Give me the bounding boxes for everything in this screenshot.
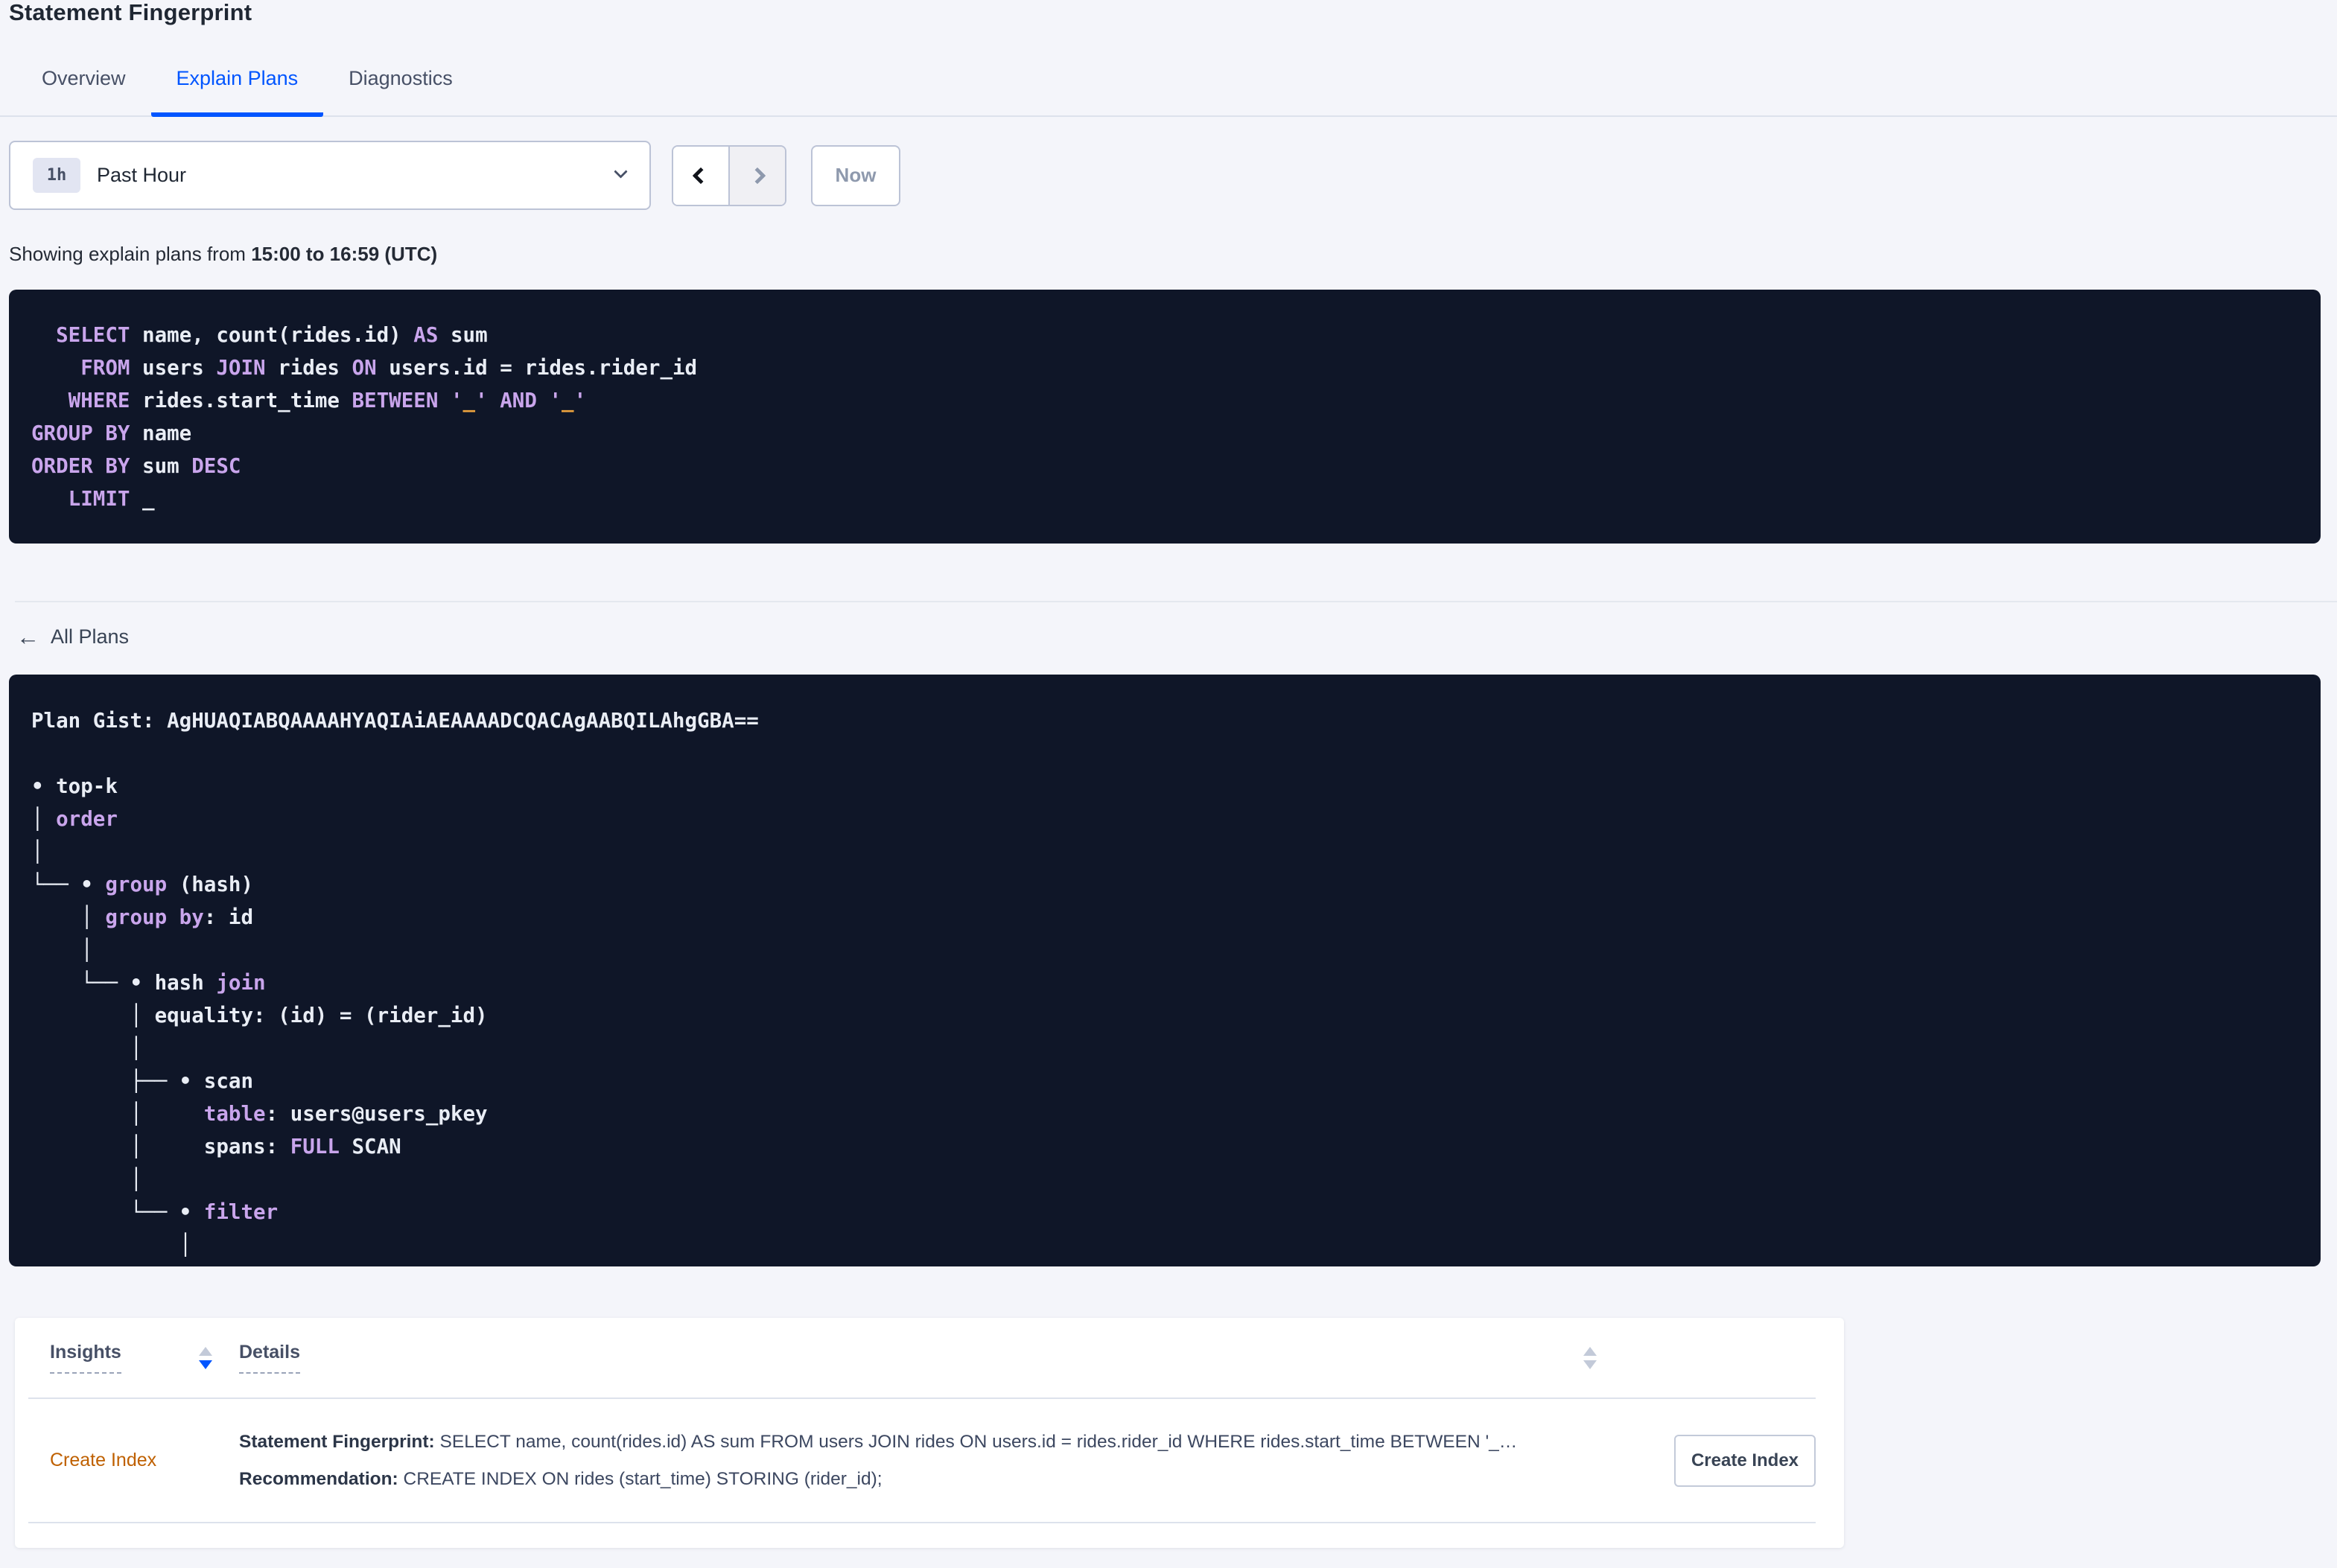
time-pager-group (672, 144, 786, 206)
now-button[interactable]: Now (811, 144, 900, 206)
tab-bar: Overview Explain Plans Diagnostics (0, 67, 2337, 117)
previous-time-button[interactable] (673, 146, 728, 205)
showing-range-value: 15:00 to 16:59 (UTC) (251, 243, 438, 265)
column-header-details[interactable]: Details (239, 1342, 300, 1374)
time-range-dropdown[interactable]: 1h Past Hour (9, 141, 651, 210)
tab-explain-plans[interactable]: Explain Plans (150, 67, 324, 117)
showing-range-text: Showing explain plans from 15:00 to 16:5… (9, 243, 2337, 266)
insight-row: Create Index Statement Fingerprint: SELE… (28, 1399, 1816, 1523)
time-range-badge: 1h (33, 158, 80, 193)
column-header-insights[interactable]: Insights (50, 1342, 121, 1374)
create-index-button[interactable]: Create Index (1674, 1434, 1816, 1487)
insights-table-card: Insights Details Create Index Statement … (15, 1318, 1844, 1548)
next-time-button[interactable] (728, 146, 785, 205)
sql-statement-block: SELECT name, count(rides.id) AS sum FROM… (9, 290, 2321, 544)
chevron-left-icon (692, 167, 710, 184)
time-controls-row: 1h Past Hour Now (9, 141, 2337, 210)
statement-fingerprint-text: SELECT name, count(rides.id) AS sum FROM… (434, 1431, 1518, 1452)
recommendation-text: CREATE INDEX ON rides (start_time) STORI… (398, 1468, 883, 1489)
sort-icon-insights[interactable] (199, 1346, 212, 1369)
insight-details-cell: Statement Fingerprint: SELECT name, coun… (239, 1424, 1649, 1498)
chevron-right-icon (748, 167, 766, 184)
tab-diagnostics[interactable]: Diagnostics (323, 67, 478, 117)
statement-fingerprint-label: Statement Fingerprint: (239, 1431, 435, 1452)
insight-type-link[interactable]: Create Index (50, 1450, 156, 1471)
insight-statement-line: Statement Fingerprint: SELECT name, coun… (239, 1424, 1649, 1461)
all-plans-label: All Plans (51, 625, 130, 648)
sort-icon-details[interactable] (1583, 1346, 1597, 1369)
page-title: Statement Fingerprint (9, 0, 252, 25)
plan-gist-block: Plan Gist: AgHUAQIABQAAAAHYAQIAiAEAAAADC… (9, 675, 2321, 1266)
showing-range-prefix: Showing explain plans from (9, 243, 252, 265)
all-plans-back-link[interactable]: ← All Plans (16, 625, 129, 648)
time-range-value: Past Hour (97, 164, 187, 186)
recommendation-label: Recommendation: (239, 1468, 398, 1489)
arrow-left-icon: ← (16, 624, 39, 650)
chevron-down-icon (614, 164, 628, 180)
insights-table-header: Insights Details (28, 1318, 1816, 1399)
tab-overview[interactable]: Overview (16, 67, 151, 117)
insight-recommendation-line: Recommendation: CREATE INDEX ON rides (s… (239, 1461, 1649, 1498)
